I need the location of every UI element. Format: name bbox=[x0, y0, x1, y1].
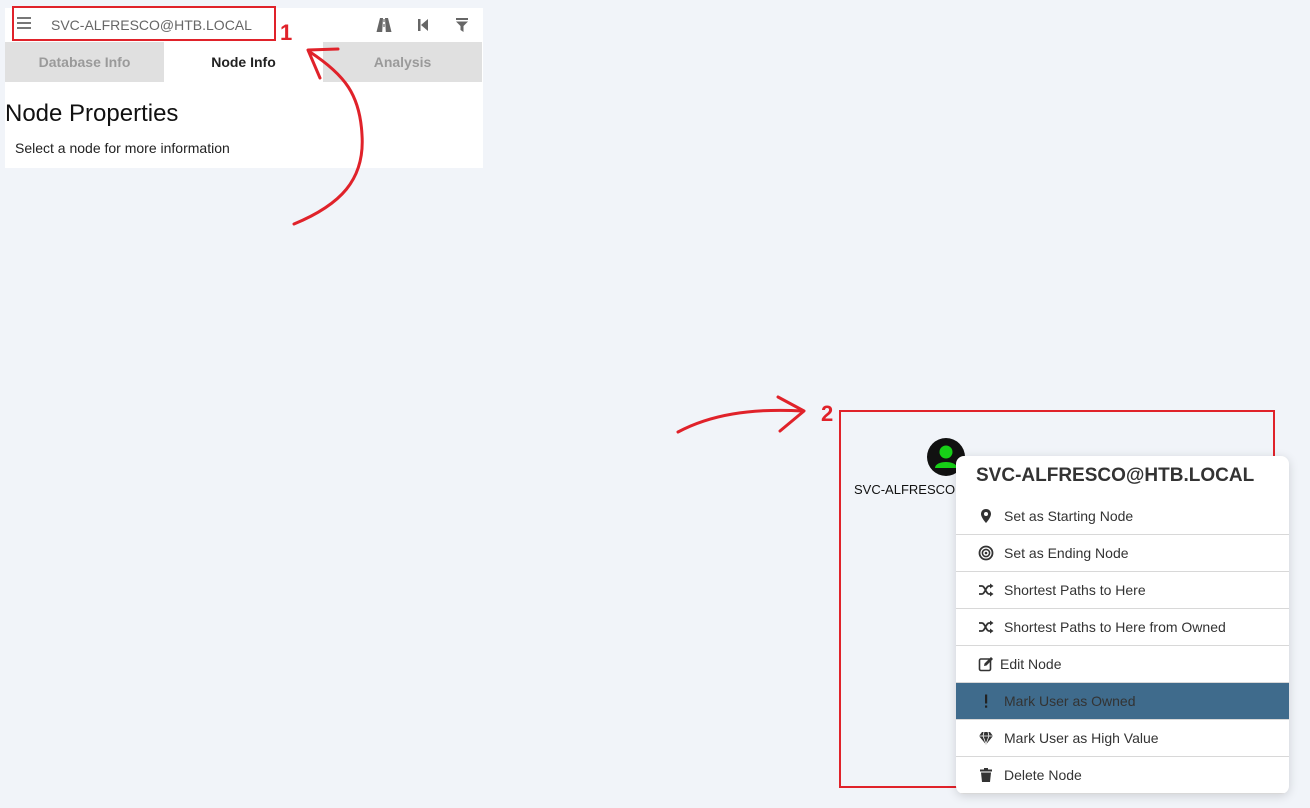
trash-icon bbox=[980, 768, 992, 782]
annotation-number-2: 2 bbox=[821, 401, 834, 426]
menu-item-edit-node[interactable]: Edit Node bbox=[956, 646, 1289, 683]
tab-analysis[interactable]: Analysis bbox=[323, 42, 482, 82]
node-properties-hint: Select a node for more information bbox=[15, 140, 230, 156]
random-icon bbox=[979, 583, 994, 597]
tab-database-info[interactable]: Database Info bbox=[5, 42, 164, 82]
node-properties-title: Node Properties bbox=[5, 100, 179, 127]
menu-item-label: Shortest Paths to Here from Owned bbox=[1004, 619, 1226, 635]
menu-item-delete-node[interactable]: Delete Node bbox=[956, 757, 1289, 794]
tab-node-info[interactable]: Node Info bbox=[164, 42, 323, 82]
exclamation-icon bbox=[985, 694, 988, 708]
menu-item-shortest-paths-to-here[interactable]: Shortest Paths to Here bbox=[956, 572, 1289, 609]
menu-item-label: Delete Node bbox=[1004, 767, 1082, 783]
menu-item-label: Mark User as Owned bbox=[1004, 693, 1136, 709]
filter-icon[interactable] bbox=[453, 16, 471, 34]
menu-item-label: Set as Starting Node bbox=[1004, 508, 1134, 524]
random-icon bbox=[979, 620, 994, 634]
menu-item-label: Edit Node bbox=[1000, 656, 1062, 672]
menu-item-label: Mark User as High Value bbox=[1004, 730, 1159, 746]
step-back-icon[interactable] bbox=[414, 16, 432, 34]
node-context-menu: SVC-ALFRESCO@HTB.LOCAL Set as Starting N… bbox=[956, 456, 1289, 794]
gem-icon bbox=[979, 731, 993, 745]
menu-item-set-ending-node[interactable]: Set as Ending Node bbox=[956, 535, 1289, 572]
context-menu-title: SVC-ALFRESCO@HTB.LOCAL bbox=[976, 465, 1255, 486]
annotation-number-1: 1 bbox=[280, 20, 293, 45]
annotation-arrow-2 bbox=[676, 408, 805, 434]
menu-item-mark-high-value[interactable]: Mark User as High Value bbox=[956, 720, 1289, 757]
panel-tabs: Database Info Node Info Analysis bbox=[5, 42, 482, 82]
bullseye-icon bbox=[978, 545, 994, 561]
road-icon[interactable] bbox=[375, 16, 393, 34]
context-menu-list: Set as Starting Node Set as Ending Node … bbox=[956, 498, 1289, 794]
map-marker-icon bbox=[981, 509, 991, 523]
menu-item-label: Shortest Paths to Here bbox=[1004, 582, 1146, 598]
menu-item-set-starting-node[interactable]: Set as Starting Node bbox=[956, 498, 1289, 535]
menu-item-label: Set as Ending Node bbox=[1004, 545, 1129, 561]
annotation-box-1 bbox=[12, 6, 276, 41]
annotation-arrow-2-head bbox=[776, 395, 806, 433]
menu-item-mark-owned[interactable]: Mark User as Owned bbox=[956, 683, 1289, 720]
menu-item-shortest-paths-from-owned[interactable]: Shortest Paths to Here from Owned bbox=[956, 609, 1289, 646]
edit-icon bbox=[978, 657, 993, 672]
